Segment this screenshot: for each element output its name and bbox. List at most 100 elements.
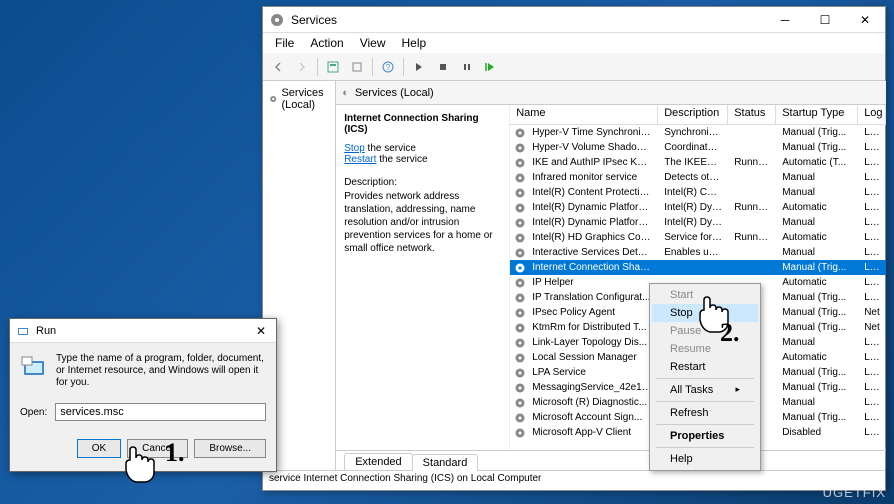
browse-button[interactable]: Browse... <box>194 439 266 458</box>
table-row[interactable]: Hyper-V Volume Shadow C... Coordinates..… <box>510 140 886 155</box>
tree-services-local[interactable]: Services (Local) <box>267 85 331 113</box>
menubar: File Action View Help <box>263 33 885 53</box>
gear-icon <box>269 92 277 106</box>
desc-text: Provides network address translation, ad… <box>344 190 501 255</box>
table-row[interactable]: IKE and AuthIP IPsec Keying... The IKEEX… <box>510 155 886 170</box>
svg-text:?: ? <box>386 63 391 72</box>
run-dialog: Run ✕ Type the name of a program, folder… <box>9 318 277 472</box>
run-buttons: OK Cancel Browse... <box>10 431 276 466</box>
ctx-restart[interactable]: Restart <box>652 358 758 376</box>
table-row[interactable]: Hyper-V Time Synchronizat... Synchronize… <box>510 125 886 140</box>
stop-link[interactable]: Stop <box>344 143 365 154</box>
content-area: Internet Connection Sharing (ICS) Stop t… <box>336 105 886 450</box>
gear-icon <box>514 217 526 229</box>
col-status[interactable]: Status <box>728 105 776 124</box>
gear-icon <box>514 397 526 409</box>
export-button[interactable] <box>346 56 368 78</box>
ok-button[interactable]: OK <box>77 439 121 458</box>
properties-button[interactable] <box>322 56 344 78</box>
gear-icon <box>514 172 526 184</box>
run-header: Run ✕ <box>10 319 276 343</box>
run-close-button[interactable]: ✕ <box>246 324 276 338</box>
tab-standard[interactable]: Standard <box>412 454 479 471</box>
ctx-pause[interactable]: Pause <box>652 322 758 340</box>
window-title: Services <box>291 13 765 27</box>
gear-icon <box>514 157 526 169</box>
services-icon <box>269 12 285 28</box>
col-startup[interactable]: Startup Type <box>776 105 858 124</box>
right-panel: ◐ Services (Local) Internet Connection S… <box>336 81 886 470</box>
tab-extended[interactable]: Extended <box>344 453 412 470</box>
table-row[interactable]: Intel(R) HD Graphics Contro... Service f… <box>510 230 886 245</box>
minimize-button[interactable]: ─ <box>765 7 805 33</box>
col-desc[interactable]: Description <box>658 105 728 124</box>
desc-label: Description: <box>344 177 501 188</box>
menu-action[interactable]: Action <box>302 34 351 52</box>
gear-icon <box>514 202 526 214</box>
main-area: Services (Local) ◐ Services (Local) Inte… <box>263 81 885 470</box>
detail-title: Internet Connection Sharing (ICS) <box>344 113 501 135</box>
stop-button[interactable] <box>432 56 454 78</box>
gear-icon <box>514 142 526 154</box>
restart-link[interactable]: Restart <box>344 154 376 165</box>
restart-button[interactable] <box>480 56 502 78</box>
ctx-all-tasks[interactable]: All Tasks <box>652 381 758 399</box>
gear-icon <box>514 307 526 319</box>
table-row[interactable]: Infrared monitor service Detects oth... … <box>510 170 886 185</box>
table-row[interactable]: Intel(R) Content Protection ... Intel(R)… <box>510 185 886 200</box>
gear-icon <box>514 337 526 349</box>
gear-icon <box>514 292 526 304</box>
ctx-properties[interactable]: Properties <box>652 427 758 445</box>
tree-label: Services (Local) <box>281 87 329 111</box>
gear-icon <box>514 277 526 289</box>
gear-icon <box>514 187 526 199</box>
ctx-help[interactable]: Help <box>652 450 758 468</box>
gear-icon <box>514 322 526 334</box>
close-button[interactable]: ✕ <box>845 7 885 33</box>
gear-icon <box>514 262 526 274</box>
run-body: Type the name of a program, folder, docu… <box>10 343 276 431</box>
services-window: Services ─ ☐ ✕ File Action View Help ? S… <box>262 6 886 491</box>
run-icon-small <box>16 324 30 338</box>
cancel-button[interactable]: Cancel <box>127 439 188 458</box>
help-button[interactable]: ? <box>377 56 399 78</box>
pause-button[interactable] <box>456 56 478 78</box>
gear-icon <box>514 247 526 259</box>
menu-file[interactable]: File <box>267 34 302 52</box>
play-button[interactable] <box>408 56 430 78</box>
panel-header-label: Services (Local) <box>355 87 434 99</box>
forward-button[interactable] <box>291 56 313 78</box>
back-arrow-icon: ◐ <box>342 87 349 99</box>
ctx-resume[interactable]: Resume <box>652 340 758 358</box>
table-row[interactable]: Intel(R) Dynamic Platform a... Intel(R) … <box>510 200 886 215</box>
gear-icon <box>514 352 526 364</box>
run-input[interactable] <box>55 403 266 421</box>
list-header: Name Description Status Startup Type Log <box>510 105 886 125</box>
menu-help[interactable]: Help <box>394 34 435 52</box>
run-desc: Type the name of a program, folder, docu… <box>56 353 266 389</box>
titlebar: Services ─ ☐ ✕ <box>263 7 885 33</box>
gear-icon <box>514 232 526 244</box>
gear-icon <box>514 127 526 139</box>
table-row[interactable]: Interactive Services Detection Enables u… <box>510 245 886 260</box>
table-row[interactable]: Intel(R) Dynamic Platform a... Intel(R) … <box>510 215 886 230</box>
statusbar: service Internet Connection Sharing (ICS… <box>263 470 885 488</box>
run-open-label: Open: <box>20 407 47 418</box>
run-title: Run <box>36 325 246 337</box>
panel-header: ◐ Services (Local) <box>336 81 886 105</box>
maximize-button[interactable]: ☐ <box>805 7 845 33</box>
gear-icon <box>514 367 526 379</box>
table-row[interactable]: Internet Connection Shari... Manual (Tri… <box>510 260 886 275</box>
toolbar: ? <box>263 53 885 81</box>
back-button[interactable] <box>267 56 289 78</box>
gear-icon <box>514 412 526 424</box>
menu-view[interactable]: View <box>352 34 394 52</box>
gear-icon <box>514 382 526 394</box>
col-name[interactable]: Name <box>510 105 658 124</box>
col-log[interactable]: Log <box>858 105 886 124</box>
ctx-refresh[interactable]: Refresh <box>652 404 758 422</box>
detail-panel: Internet Connection Sharing (ICS) Stop t… <box>336 105 510 450</box>
ctx-stop[interactable]: Stop <box>652 304 758 322</box>
window-controls: ─ ☐ ✕ <box>765 7 885 33</box>
ctx-start[interactable]: Start <box>652 286 758 304</box>
